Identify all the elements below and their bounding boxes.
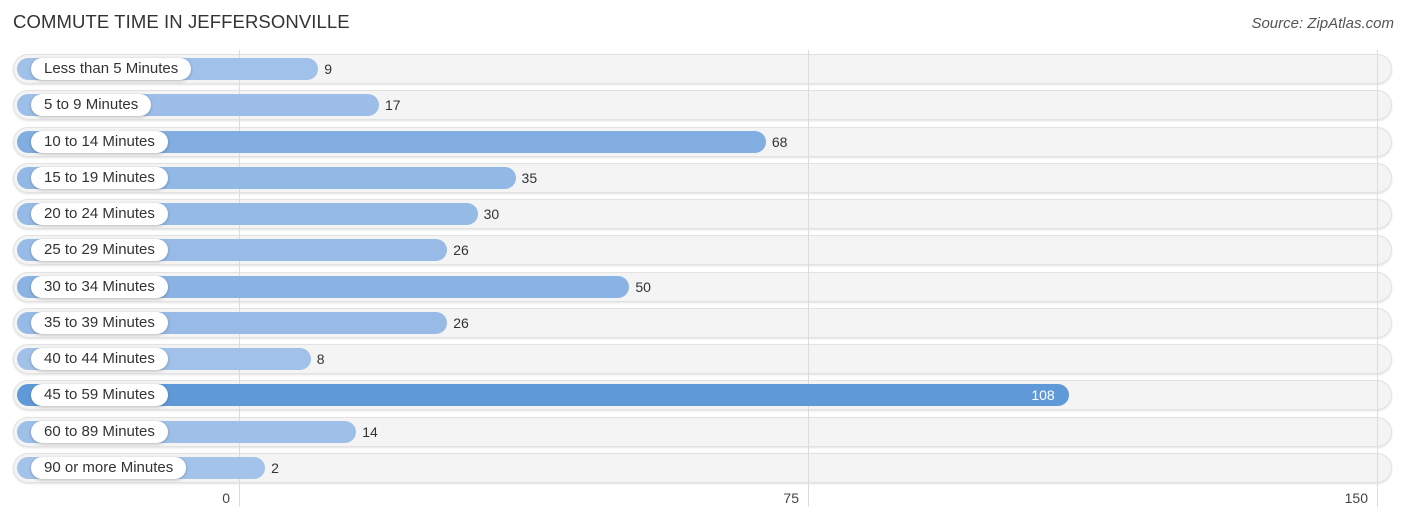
category-label: 20 to 24 Minutes xyxy=(31,203,168,225)
value-label: 30 xyxy=(483,206,500,222)
value-label: 14 xyxy=(362,423,378,440)
category-label: 30 to 34 Minutes xyxy=(31,275,168,298)
category-label: 60 to 89 Minutes xyxy=(31,420,168,443)
gridline-150 xyxy=(1377,50,1378,507)
category-label: 5 to 9 Minutes xyxy=(31,94,152,117)
category-label: 90 or more Minutes xyxy=(31,456,187,479)
value-label: 35 xyxy=(521,169,538,186)
value-label: 68 xyxy=(771,133,788,150)
category-label: Less than 5 Minutes xyxy=(31,58,192,80)
x-tick-label: 150 xyxy=(1344,490,1368,506)
category-label: 40 to 44 Minutes xyxy=(31,348,168,370)
value-label: 9 xyxy=(324,61,333,77)
category-label: 35 to 39 Minutes xyxy=(31,311,168,334)
value-label: 2 xyxy=(271,459,279,476)
value-label: 17 xyxy=(384,97,401,114)
x-tick-label: 0 xyxy=(222,490,230,506)
category-label: 10 to 14 Minutes xyxy=(31,130,168,153)
x-tick-label: 75 xyxy=(783,490,799,506)
value-label: 50 xyxy=(635,278,651,295)
category-label: 45 to 59 Minutes xyxy=(31,384,168,407)
category-label: 25 to 29 Minutes xyxy=(31,239,168,262)
chart-title: COMMUTE TIME IN JEFFERSONVILLE xyxy=(13,11,350,32)
value-label: 108 xyxy=(1031,387,1055,404)
value-label: 26 xyxy=(453,314,469,331)
bar[interactable] xyxy=(17,384,1070,407)
gridline-75 xyxy=(808,50,809,507)
source-label: Source: ZipAtlas.com xyxy=(1251,15,1394,32)
value-label: 26 xyxy=(453,242,469,259)
value-label: 8 xyxy=(316,351,325,367)
category-label: 15 to 19 Minutes xyxy=(31,166,168,189)
